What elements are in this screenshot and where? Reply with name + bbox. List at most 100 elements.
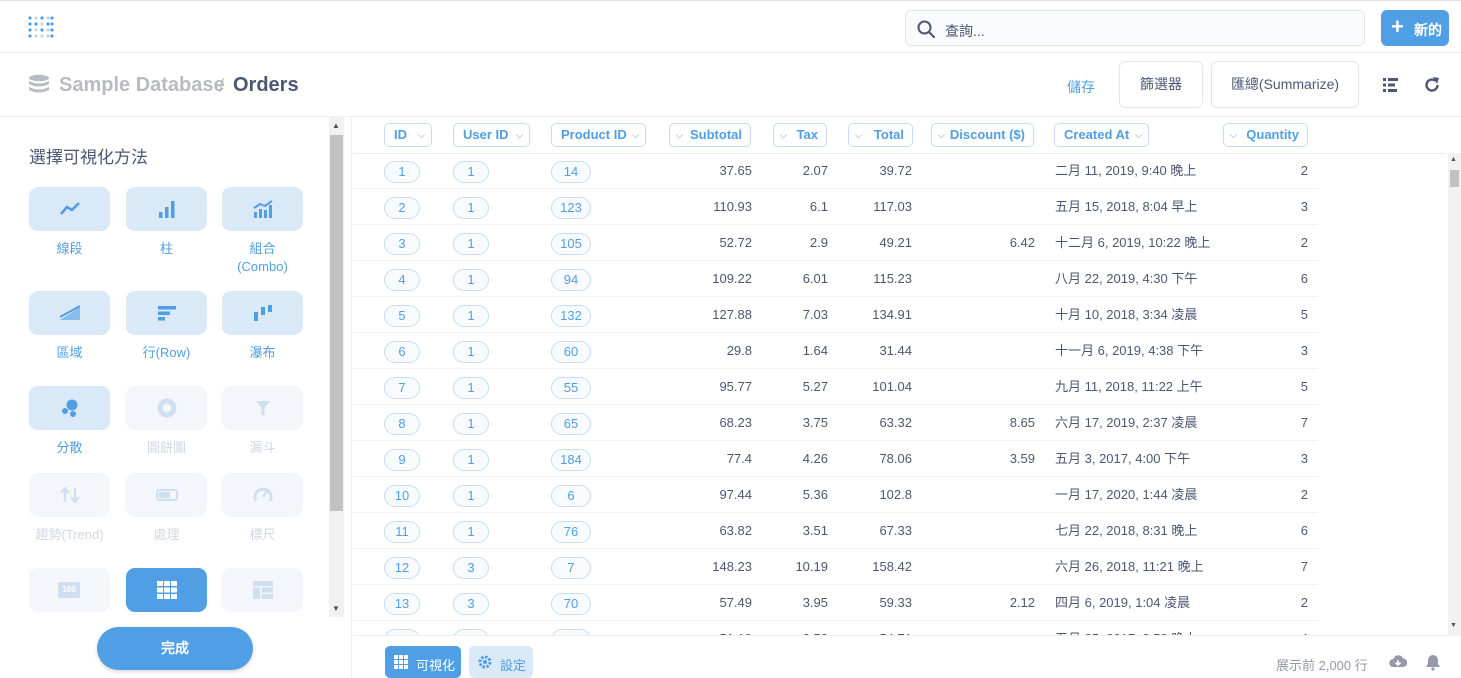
- save-button[interactable]: 儲存: [1067, 77, 1095, 97]
- table-row[interactable]: 2 1 123 110.93 6.1 117.03 五月 15, 2018, 8:04 早上…: [353, 189, 1318, 225]
- viz-option-pie[interactable]: [126, 386, 207, 430]
- table-scrollbar-thumb[interactable]: [1450, 170, 1459, 187]
- id-pill[interactable]: 1: [453, 161, 489, 183]
- id-pill[interactable]: 123: [551, 197, 591, 219]
- id-pill[interactable]: 14: [551, 161, 591, 183]
- viz-option-waterfall[interactable]: [222, 291, 303, 335]
- breadcrumb-database[interactable]: Sample Database: [59, 74, 225, 97]
- id-pill[interactable]: 3: [453, 557, 489, 579]
- table-cell: 63.82: [719, 523, 752, 538]
- viz-option-trend[interactable]: [29, 473, 110, 517]
- id-pill[interactable]: 11: [384, 521, 420, 543]
- id-pill[interactable]: 6: [384, 341, 420, 363]
- id-pill[interactable]: 1: [453, 341, 489, 363]
- summarize-button[interactable]: 匯總(Summarize): [1211, 61, 1359, 108]
- table-row[interactable]: 1 1 14 37.65 2.07 39.72 二月 11, 2019, 9:40 晚上 2: [353, 153, 1318, 189]
- id-pill[interactable]: 1: [453, 305, 489, 327]
- id-pill[interactable]: 8: [384, 413, 420, 435]
- id-pill[interactable]: 65: [551, 413, 591, 435]
- id-pill[interactable]: 7: [384, 377, 420, 399]
- refresh-icon[interactable]: [1423, 76, 1441, 94]
- viz-option-number[interactable]: 100: [29, 568, 110, 612]
- column-header[interactable]: User ID ⌵: [453, 123, 530, 147]
- search-input[interactable]: 查詢...: [905, 10, 1365, 46]
- viz-option-row[interactable]: [126, 291, 207, 335]
- id-pill[interactable]: 94: [551, 269, 591, 291]
- table-row[interactable]: 10 1 6 97.44 5.36 102.8 一月 17, 2020, 1:44 凌晨 2: [353, 477, 1318, 513]
- viz-option-bar[interactable]: [126, 187, 207, 231]
- sidebar-scrollbar-thumb[interactable]: [330, 135, 343, 511]
- table-row[interactable]: 6 1 60 29.8 1.64 31.44 十一月 6, 2019, 4:38 下午 3: [353, 333, 1318, 369]
- id-pill[interactable]: 1: [384, 161, 420, 183]
- id-pill[interactable]: 3: [453, 593, 489, 615]
- id-pill[interactable]: 1: [453, 377, 489, 399]
- id-pill[interactable]: 2: [384, 197, 420, 219]
- id-pill[interactable]: 13: [384, 593, 420, 615]
- id-pill[interactable]: 132: [551, 305, 591, 327]
- id-pill[interactable]: 1: [453, 521, 489, 543]
- id-pill[interactable]: 6: [551, 485, 591, 507]
- id-pill[interactable]: 76: [551, 521, 591, 543]
- id-pill[interactable]: 9: [384, 449, 420, 471]
- id-pill[interactable]: 1: [453, 269, 489, 291]
- table-row[interactable]: 5 1 132 127.88 7.03 134.91 十月 10, 2018, 3:34 凌…: [353, 297, 1318, 333]
- table-row[interactable]: 12 3 7 148.23 10.19 158.42 六月 26, 2018, 11:21 …: [353, 549, 1318, 585]
- table-row[interactable]: 8 1 65 68.23 3.75 63.32 8.65 六月 17, 2019, 2:37 …: [353, 405, 1318, 441]
- id-pill[interactable]: 12: [384, 557, 420, 579]
- column-header[interactable]: Total ⌵: [848, 123, 913, 147]
- id-pill[interactable]: 55: [551, 377, 591, 399]
- scroll-up-icon[interactable]: ▲: [1450, 156, 1457, 163]
- column-header[interactable]: Tax ⌵: [773, 123, 827, 147]
- id-pill[interactable]: 7: [551, 557, 591, 579]
- scroll-down-icon[interactable]: ▼: [1450, 622, 1457, 629]
- viz-option-gauge[interactable]: [222, 473, 303, 517]
- viz-option-combo[interactable]: [222, 187, 303, 231]
- id-pill[interactable]: 105: [551, 233, 591, 255]
- table-cell: 158.42: [872, 559, 912, 574]
- column-header[interactable]: Quantity ⌵: [1223, 123, 1308, 147]
- id-pill[interactable]: 4: [384, 269, 420, 291]
- column-header[interactable]: Created At ⌵: [1054, 123, 1149, 147]
- download-icon[interactable]: [1389, 653, 1407, 671]
- id-pill[interactable]: 1: [453, 197, 489, 219]
- table-scrollbar[interactable]: [1448, 153, 1461, 635]
- viz-option-area[interactable]: [29, 291, 110, 335]
- viz-option-line[interactable]: [29, 187, 110, 231]
- column-header[interactable]: Subtotal ⌵: [669, 123, 751, 147]
- query-notebook-icon[interactable]: [1382, 76, 1400, 94]
- table-row[interactable]: 14313351.193.5254.71五月 25, 2017, 3:58 晚上…: [353, 621, 1318, 635]
- table-row[interactable]: 3 1 105 52.72 2.9 49.21 6.42 十二月 6, 2019, 10:22…: [353, 225, 1318, 261]
- table-row[interactable]: 9 1 184 77.4 4.26 78.06 3.59 五月 3, 2017, 4:00 下…: [353, 441, 1318, 477]
- column-header[interactable]: Product ID ⌵: [551, 123, 646, 147]
- id-pill[interactable]: 60: [551, 341, 591, 363]
- id-pill[interactable]: 3: [384, 233, 420, 255]
- table-row[interactable]: 13 3 70 57.49 3.95 59.33 2.12 四月 6, 2019, 1:04 …: [353, 585, 1318, 621]
- table-row[interactable]: 11 1 76 63.82 3.51 67.33 七月 22, 2018, 8:31 晚上 6: [353, 513, 1318, 549]
- bell-icon[interactable]: [1424, 653, 1442, 671]
- viz-option-funnel[interactable]: [222, 386, 303, 430]
- viz-option-pivot[interactable]: [222, 568, 303, 612]
- id-pill[interactable]: 10: [384, 485, 420, 507]
- scroll-down-icon[interactable]: ▼: [332, 604, 340, 613]
- id-pill[interactable]: 1: [453, 413, 489, 435]
- column-header[interactable]: ID ⌵: [384, 123, 432, 147]
- viz-option-table[interactable]: [126, 568, 207, 612]
- table-row[interactable]: 4 1 94 109.22 6.01 115.23 八月 22, 2019, 4:30 下午…: [353, 261, 1318, 297]
- filter-button[interactable]: 篩選器: [1119, 61, 1203, 108]
- id-pill[interactable]: 5: [384, 305, 420, 327]
- id-pill[interactable]: 184: [551, 449, 591, 471]
- viz-option-progress[interactable]: [126, 473, 207, 517]
- table-row[interactable]: 7 1 55 95.77 5.27 101.04 九月 11, 2018, 11:22 上午…: [353, 369, 1318, 405]
- metabase-logo-icon[interactable]: [28, 14, 54, 42]
- id-pill[interactable]: 1: [453, 485, 489, 507]
- visualize-button[interactable]: 可視化: [385, 646, 461, 678]
- scroll-up-icon[interactable]: ▲: [332, 121, 340, 130]
- settings-button[interactable]: 設定: [469, 646, 533, 678]
- id-pill[interactable]: 1: [453, 233, 489, 255]
- done-button[interactable]: 完成: [97, 627, 253, 670]
- new-button[interactable]: + 新的: [1381, 10, 1449, 46]
- id-pill[interactable]: 70: [551, 593, 591, 615]
- id-pill[interactable]: 1: [453, 449, 489, 471]
- viz-option-scatter[interactable]: [29, 386, 110, 430]
- column-header[interactable]: Discount ($) ⌵: [931, 123, 1034, 147]
